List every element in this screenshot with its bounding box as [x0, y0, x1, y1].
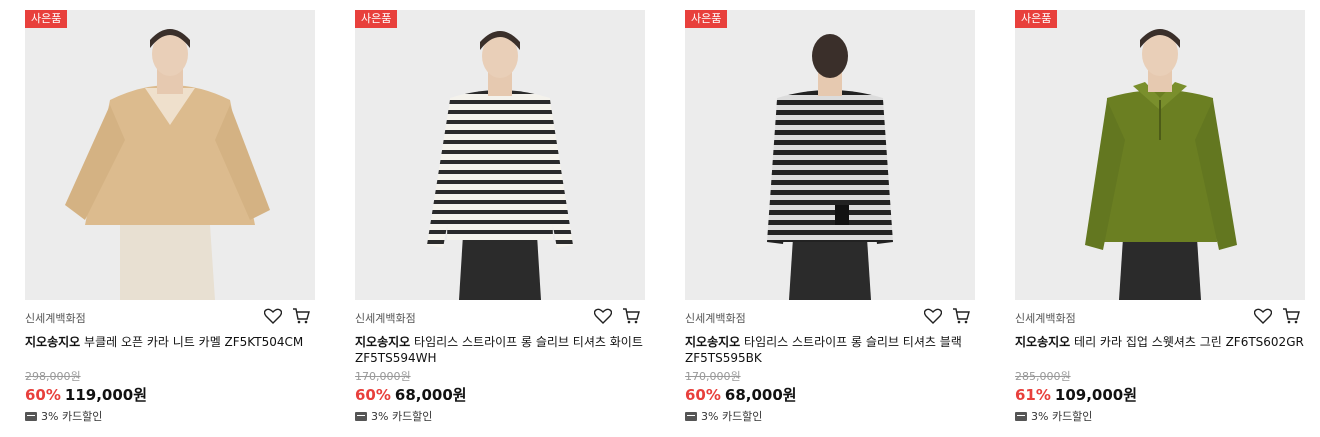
brand-name: 지오송지오: [1015, 335, 1071, 349]
brand-name: 지오송지오: [25, 335, 81, 349]
meta-row: 신세계백화점: [685, 306, 975, 332]
heart-icon[interactable]: [923, 306, 943, 326]
price-row: 60% 68,000원: [355, 385, 645, 405]
gift-badge: 사은품: [355, 10, 398, 28]
cart-icon[interactable]: [951, 306, 971, 326]
product-card[interactable]: 사은품 신세계백화점 지오송지오 타임리스 스트라이프 롱 슬리브 티셔츠 블랙…: [685, 10, 975, 424]
original-price: 170,000원: [355, 370, 411, 383]
product-image[interactable]: 사은품: [1015, 10, 1305, 300]
price-row: 61% 109,000원: [1015, 385, 1305, 405]
sale-price: 68,000원: [394, 386, 467, 404]
store-name: 신세계백화점: [355, 312, 416, 325]
card-benefit-text: 3% 카드할인: [371, 410, 433, 423]
card-actions: [263, 306, 311, 326]
product-card[interactable]: 사은품 신세계백화점 지오송지오 타임리스 스트라이프 롱 슬리브 티셔츠 화이…: [355, 10, 645, 424]
card-benefit: 3% 카드할인: [25, 408, 315, 424]
price-row: 60% 119,000원: [25, 385, 315, 405]
card-icon: [1015, 411, 1027, 421]
product-title[interactable]: 지오송지오 테리 카라 집업 스웻셔츠 그린 ZF6TS602GR: [1015, 334, 1305, 366]
card-benefit: 3% 카드할인: [355, 408, 645, 424]
meta-row: 신세계백화점: [1015, 306, 1305, 332]
brand-name: 지오송지오: [355, 335, 411, 349]
product-name: 테리 카라 집업 스웻셔츠 그린 ZF6TS602GR: [1074, 335, 1304, 349]
original-price: 170,000원: [685, 370, 741, 383]
product-name: 부클레 오픈 카라 니트 카멜 ZF5KT504CM: [84, 335, 304, 349]
discount-rate: 61%: [1015, 386, 1051, 404]
model-photo: [1015, 10, 1305, 300]
card-benefit-text: 3% 카드할인: [701, 410, 763, 423]
discount-rate: 60%: [355, 386, 391, 404]
product-image[interactable]: 사은품: [355, 10, 645, 300]
original-price: 298,000원: [25, 370, 81, 383]
card-actions: [1253, 306, 1301, 326]
model-photo: [355, 10, 645, 300]
heart-icon[interactable]: [1253, 306, 1273, 326]
product-title[interactable]: 지오송지오 타임리스 스트라이프 롱 슬리브 티셔츠 화이트 ZF5TS594W…: [355, 334, 645, 366]
product-card[interactable]: 사은품 신세계백화점 지오송지오 테리 카라 집업 스웻셔츠 그린 ZF6TS6…: [1015, 10, 1305, 424]
card-icon: [25, 411, 37, 421]
card-actions: [593, 306, 641, 326]
heart-icon[interactable]: [593, 306, 613, 326]
product-title[interactable]: 지오송지오 부클레 오픈 카라 니트 카멜 ZF5KT504CM: [25, 334, 315, 366]
store-name: 신세계백화점: [685, 312, 746, 325]
card-benefit-text: 3% 카드할인: [41, 410, 103, 423]
meta-row: 신세계백화점: [355, 306, 645, 332]
store-name: 신세계백화점: [25, 312, 86, 325]
discount-rate: 60%: [685, 386, 721, 404]
product-title[interactable]: 지오송지오 타임리스 스트라이프 롱 슬리브 티셔츠 블랙 ZF5TS595BK: [685, 334, 975, 366]
card-icon: [685, 411, 697, 421]
sale-price: 109,000원: [1054, 386, 1138, 404]
gift-badge: 사은품: [685, 10, 728, 28]
sale-price: 68,000원: [724, 386, 797, 404]
original-price: 285,000원: [1015, 370, 1071, 383]
cart-icon[interactable]: [291, 306, 311, 326]
model-photo: [25, 10, 315, 300]
cart-icon[interactable]: [1281, 306, 1301, 326]
card-actions: [923, 306, 971, 326]
brand-name: 지오송지오: [685, 335, 741, 349]
heart-icon[interactable]: [263, 306, 283, 326]
product-grid: 사은품 신세계백화점 지오송지오 부클레 오픈 카라 니트 카멜 ZF5KT50…: [0, 0, 1320, 437]
product-image[interactable]: 사은품: [685, 10, 975, 300]
product-card[interactable]: 사은품 신세계백화점 지오송지오 부클레 오픈 카라 니트 카멜 ZF5KT50…: [25, 10, 315, 424]
price-row: 60% 68,000원: [685, 385, 975, 405]
sale-price: 119,000원: [64, 386, 148, 404]
gift-badge: 사은품: [25, 10, 68, 28]
card-icon: [355, 411, 367, 421]
card-benefit: 3% 카드할인: [685, 408, 975, 424]
gift-badge: 사은품: [1015, 10, 1058, 28]
meta-row: 신세계백화점: [25, 306, 315, 332]
store-name: 신세계백화점: [1015, 312, 1076, 325]
discount-rate: 60%: [25, 386, 61, 404]
card-benefit: 3% 카드할인: [1015, 408, 1305, 424]
cart-icon[interactable]: [621, 306, 641, 326]
card-benefit-text: 3% 카드할인: [1031, 410, 1093, 423]
model-photo: [685, 10, 975, 300]
product-image[interactable]: 사은품: [25, 10, 315, 300]
